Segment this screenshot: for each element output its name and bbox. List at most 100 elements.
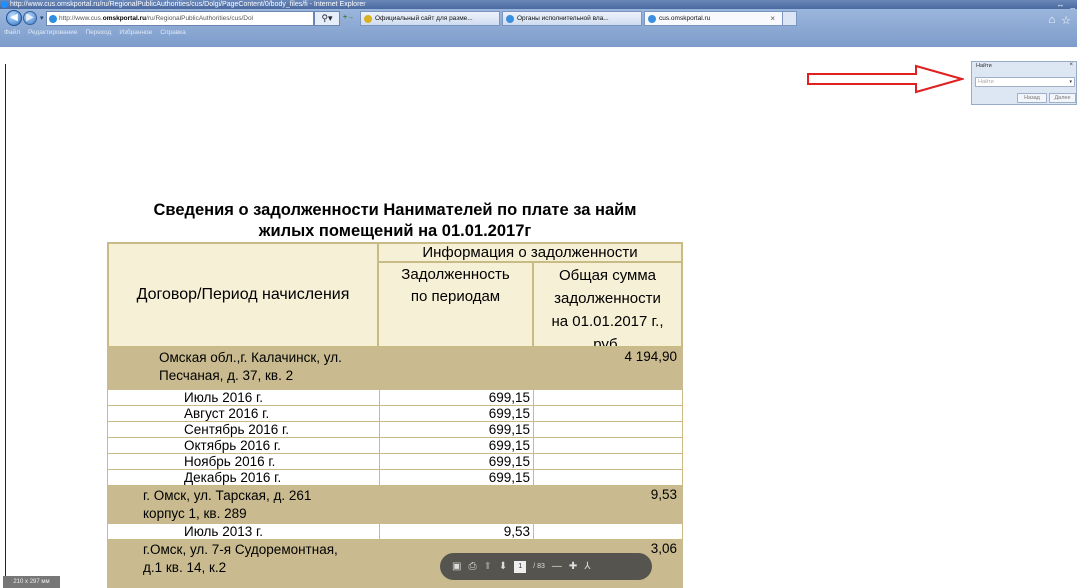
print-icon[interactable]: ⎙ xyxy=(468,561,476,572)
address-line: корпус 1, кв. 289 xyxy=(143,506,247,521)
page-left-edge xyxy=(5,64,6,588)
group-address: Омская обл.,г. Калачинск, ул. Песчаная, … xyxy=(159,349,389,385)
group-address: г. Омск, ул. Тарская, д. 261 корпус 1, к… xyxy=(143,487,373,523)
group-address: г.Омск, ул. 7-я Судоремонтная, д.1 кв. 1… xyxy=(143,541,373,577)
acrobat-icon[interactable]: ⅄ xyxy=(584,561,590,572)
page-size-badge: 210 x 297 мм xyxy=(3,576,60,588)
total-cell xyxy=(534,524,683,540)
amount-cell: 699,15 xyxy=(379,422,534,438)
amount-cell: 699,15 xyxy=(379,454,534,470)
menu-edit[interactable]: Редактирование xyxy=(28,29,78,39)
header-line: задолженности xyxy=(554,290,661,307)
menu-favorites[interactable]: Избранное xyxy=(119,29,152,39)
total-cell xyxy=(534,390,683,406)
group-total: 4 194,90 xyxy=(624,349,677,364)
minimize-icon[interactable]: _ xyxy=(1071,0,1075,9)
table-group-row: Омская обл.,г. Калачинск, ул. Песчаная, … xyxy=(107,348,683,390)
address-prefix: http://www.cus. xyxy=(59,15,103,22)
tab-close-icon[interactable]: × xyxy=(770,12,775,25)
table-row: Июль 2016 г. 699,15 xyxy=(107,390,683,406)
page-total: / 83 xyxy=(533,563,545,570)
title-line-1: Сведения о задолженности Нанимателей по … xyxy=(153,201,637,219)
table-row: Август 2016 г. 699,15 xyxy=(107,406,683,422)
tab-cus-omskportal[interactable]: cus.omskportal.ru × xyxy=(644,11,784,26)
previous-page-icon[interactable]: ⬆ xyxy=(483,561,491,572)
ie-logo-icon xyxy=(1,1,8,8)
period-cell: Октябрь 2016 г. xyxy=(107,438,379,454)
period-cell: Ноябрь 2016 г. xyxy=(107,454,379,470)
period-cell: Июль 2016 г. xyxy=(107,390,379,406)
home-icon[interactable]: ⌂ xyxy=(1048,14,1055,27)
favorites-star-icon[interactable]: ☆ xyxy=(1061,14,1071,27)
site-favicon-icon xyxy=(49,15,57,23)
period-cell: Декабрь 2016 г. xyxy=(107,470,379,486)
tab-favicon-icon xyxy=(506,15,514,23)
menu-go[interactable]: Переход xyxy=(86,29,112,39)
address-rest: /ru/RegionalPublicAuthorities/cus/Dol xyxy=(146,15,254,22)
address-line: г.Омск, ул. 7-я Судоремонтная, xyxy=(143,542,338,557)
address-line: Песчаная, д. 37, кв. 2 xyxy=(159,368,294,383)
table-row: Октябрь 2016 г. 699,15 xyxy=(107,438,683,454)
new-tab-button[interactable] xyxy=(782,11,797,26)
amount-cell: 9,53 xyxy=(379,524,534,540)
total-cell xyxy=(534,454,683,470)
header-contract-period: Договор/Период начисления xyxy=(107,242,379,348)
tab-favicon-icon xyxy=(364,15,372,23)
search-icon: ⚲ xyxy=(321,13,329,23)
header-debt-info: Информация о задолженности xyxy=(379,242,683,263)
find-close-icon[interactable]: × xyxy=(1069,62,1073,68)
amount-cell: 699,15 xyxy=(379,438,534,454)
table-row: Сентябрь 2016 г. 699,15 xyxy=(107,422,683,438)
find-dropdown-icon[interactable]: ▾ xyxy=(1069,78,1072,87)
period-cell: Сентябрь 2016 г. xyxy=(107,422,379,438)
red-arrow-icon xyxy=(807,64,964,94)
amount-cell: 699,15 xyxy=(379,406,534,422)
compat-view-icon[interactable]: +→ xyxy=(343,14,354,21)
window-title-bar: http://www.cus.omskportal.ru/ru/Regional… xyxy=(0,0,1077,9)
menu-file[interactable]: Файл xyxy=(4,29,20,39)
zoom-out-icon[interactable]: — xyxy=(552,561,562,572)
address-line: Омская обл.,г. Калачинск, ул. xyxy=(159,350,342,365)
address-line: г. Омск, ул. Тарская, д. 261 xyxy=(143,488,312,503)
total-cell xyxy=(534,438,683,454)
address-line: д.1 кв. 14, к.2 xyxy=(143,560,227,575)
header-total-debt: Общая сумма задолженности на 01.01.2017 … xyxy=(534,263,683,348)
menu-help[interactable]: Справка xyxy=(160,29,186,39)
forward-button[interactable]: ▶ xyxy=(23,11,37,25)
title-line-2: жилых помещений на 01.01.2017г xyxy=(258,222,532,240)
find-next-button[interactable]: Далее xyxy=(1049,93,1076,103)
document-title: Сведения о задолженности Нанимателей по … xyxy=(100,200,690,242)
total-cell xyxy=(534,406,683,422)
header-line: Задолженность xyxy=(401,266,510,283)
window-title: http://www.cus.omskportal.ru/ru/Regional… xyxy=(10,1,366,8)
browser-toolbar: ◀ ▶ ▾ http://www.cus.omskportal.ru/ru/Re… xyxy=(0,9,1077,47)
find-previous-button[interactable]: Назад xyxy=(1017,93,1047,103)
tab-favicon-icon xyxy=(648,15,656,23)
zoom-in-icon[interactable]: ✚ xyxy=(569,561,577,572)
save-icon[interactable]: ▣ xyxy=(452,561,461,572)
find-panel-title: Найти xyxy=(976,63,992,69)
next-page-icon[interactable]: ⬇ xyxy=(499,561,507,572)
table-group-row: г. Омск, ул. Тарская, д. 261 корпус 1, к… xyxy=(107,486,683,524)
address-domain: omskportal.ru xyxy=(102,15,147,22)
tab-executive-bodies[interactable]: Органы исполнительной вла... xyxy=(502,11,642,26)
back-button[interactable]: ◀ xyxy=(6,10,22,26)
address-bar[interactable]: http://www.cus.omskportal.ru/ru/Regional… xyxy=(46,11,314,26)
amount-cell: 699,15 xyxy=(379,390,534,406)
group-total: 3,06 xyxy=(650,541,677,556)
tab-label: Официальный сайт для разме... xyxy=(375,15,473,22)
restore-icon[interactable]: ↔ xyxy=(1057,0,1065,9)
search-button[interactable]: ⚲▾ xyxy=(314,11,340,26)
table-row: Июль 2013 г. 9,53 xyxy=(107,524,683,540)
tab-official-site[interactable]: Официальный сайт для разме... xyxy=(360,11,500,26)
browser-icons: ⌂ ☆ xyxy=(1048,14,1071,27)
history-dropdown-icon[interactable]: ▾ xyxy=(40,14,44,22)
total-cell xyxy=(534,470,683,486)
header-line: по периодам xyxy=(410,288,501,305)
header-line: руб. xyxy=(593,336,622,348)
menu-bar: Файл Редактирование Переход Избранное Сп… xyxy=(0,29,1077,39)
period-cell: Июль 2013 г. xyxy=(107,524,379,540)
tab-label: cus.omskportal.ru xyxy=(659,15,711,22)
page-number-input[interactable]: 1 xyxy=(514,560,527,573)
find-input[interactable]: Найти ▾ xyxy=(975,77,1075,87)
